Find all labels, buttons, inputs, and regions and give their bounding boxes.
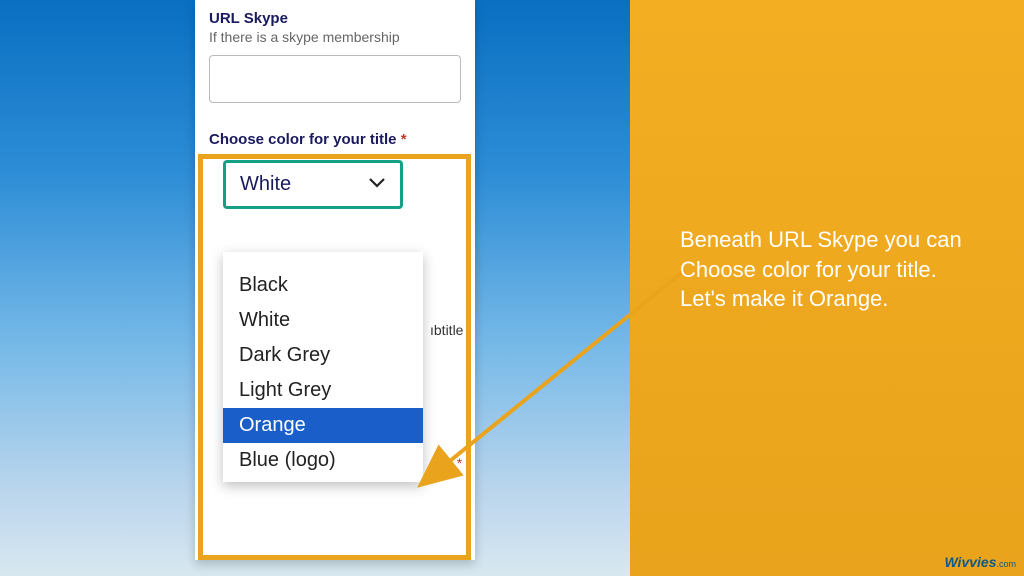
color-option-white[interactable]: White [223, 303, 423, 338]
choose-color-text: Choose color for your title [209, 131, 397, 148]
color-option-black[interactable]: Black [223, 268, 423, 303]
color-dropdown: BlackWhiteDark GreyLight GreyOrangeBlue … [223, 252, 423, 482]
color-select[interactable]: White [223, 160, 403, 209]
color-option-orange[interactable]: Orange [223, 408, 423, 443]
url-skype-input[interactable] [209, 55, 461, 103]
choose-color-label: Choose color for your title * [209, 131, 461, 148]
text-fragment: xt * [442, 455, 462, 471]
url-skype-label: URL Skype [209, 10, 461, 27]
url-skype-description: If there is a skype membership [209, 29, 461, 45]
color-option-dark-grey[interactable]: Dark Grey [223, 338, 423, 373]
instruction-text: Beneath URL Skype you can Choose color f… [680, 225, 980, 314]
required-asterisk: * [401, 131, 407, 148]
color-option-blue-logo-[interactable]: Blue (logo) [223, 443, 423, 478]
logo: Wivvies.com [944, 554, 1016, 570]
subtitle-fragment: ıbtitle [430, 322, 463, 338]
color-option-light-grey[interactable]: Light Grey [223, 373, 423, 408]
logo-suffix: .com [996, 559, 1016, 569]
color-select-value: White [240, 173, 291, 196]
chevron-down-icon [368, 176, 386, 194]
form-panel: URL Skype If there is a skype membership… [195, 0, 475, 560]
logo-text: Wivvies [944, 554, 996, 570]
